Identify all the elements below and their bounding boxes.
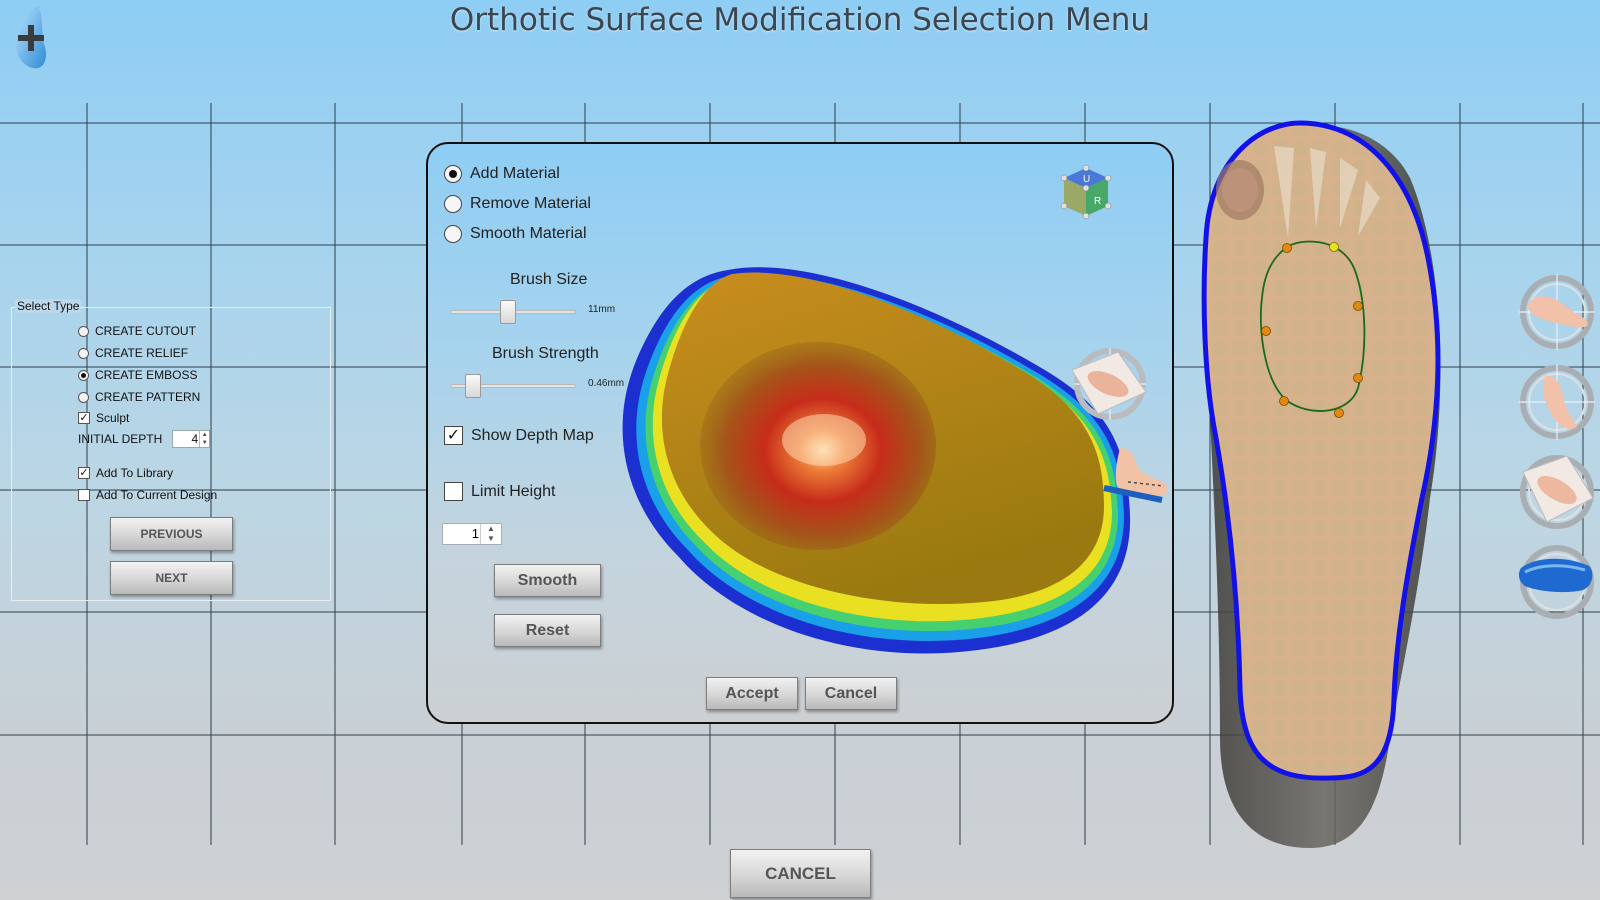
brush-strength-slider-thumb[interactable] (465, 374, 481, 398)
insole-foot-3d-view[interactable] (1190, 118, 1490, 853)
add-to-library-checkbox[interactable]: ✓ Add To Library (78, 466, 173, 480)
limit-height-label: Limit Height (471, 482, 556, 500)
add-to-current-design-checkbox[interactable]: Add To Current Design (78, 488, 217, 502)
radio-indicator (78, 325, 89, 337)
next-button[interactable]: NEXT (110, 561, 233, 595)
create-relief-label: CREATE RELIEF (95, 346, 189, 360)
radio-indicator (444, 225, 462, 243)
stepper-arrows-icon[interactable]: ▲ ▼ (480, 524, 501, 544)
foot-top-grid-view-icon[interactable] (1068, 346, 1150, 422)
brush-size-slider-thumb[interactable] (500, 300, 516, 324)
insole-rotate-view-icon[interactable] (1517, 542, 1597, 622)
foot-side-view-icon[interactable] (1517, 272, 1597, 352)
smooth-button[interactable]: Smooth (494, 564, 601, 597)
radio-indicator (78, 369, 89, 381)
brush-size-value: 11mm (588, 304, 616, 315)
view-cube-right-label: R (1094, 196, 1101, 207)
create-emboss-label: CREATE EMBOSS (95, 368, 198, 382)
add-material-label: Add Material (470, 165, 560, 182)
view-cube-top-label: U (1083, 174, 1090, 185)
initial-depth-value: 4 (191, 432, 199, 446)
add-to-current-design-label: Add To Current Design (96, 488, 218, 502)
reset-button[interactable]: Reset (494, 614, 601, 647)
foot-medial-view-icon[interactable] (1517, 362, 1597, 442)
add-material-radio[interactable]: Add Material (444, 165, 560, 183)
checkbox-unchecked-icon (444, 482, 463, 501)
foot-lateral-view-icon[interactable] (1098, 444, 1172, 506)
radio-indicator (78, 347, 89, 359)
initial-depth-stepper[interactable]: 4 ▲ ▼ (172, 430, 211, 448)
initial-depth-row: INITIAL DEPTH 4 ▲ ▼ (78, 430, 211, 448)
checkbox-checked-icon: ✓ (78, 467, 90, 479)
view-orientation-cube-icon[interactable]: U R (1058, 164, 1116, 222)
radio-indicator (444, 195, 462, 213)
depth-map-preview[interactable] (618, 256, 1138, 666)
sculpt-label: Sculpt (96, 411, 130, 425)
sculpt-dialog: Add Material Remove Material Smooth Mate… (426, 142, 1174, 724)
brush-strength-label: Brush Strength (492, 345, 599, 362)
checkbox-unchecked-icon (78, 489, 90, 501)
create-relief-radio[interactable]: CREATE RELIEF (78, 346, 188, 360)
create-pattern-label: CREATE PATTERN (95, 390, 201, 404)
limit-height-checkbox[interactable]: Limit Height (444, 482, 555, 501)
checkbox-checked-icon: ✓ (78, 412, 90, 424)
sculpt-checkbox[interactable]: ✓ Sculpt (78, 411, 129, 425)
remove-material-label: Remove Material (470, 195, 591, 212)
foot-top-grid-view-icon[interactable] (1517, 452, 1597, 532)
dialog-cancel-button[interactable]: Cancel (805, 677, 897, 710)
show-depth-map-label: Show Depth Map (471, 426, 594, 444)
page-title: Orthotic Surface Modification Selection … (449, 2, 1151, 38)
cancel-button[interactable]: CANCEL (730, 849, 871, 898)
stepper-arrows-icon[interactable]: ▲ ▼ (199, 431, 209, 447)
smooth-material-label: Smooth Material (470, 225, 587, 242)
radio-indicator (444, 165, 462, 183)
select-type-legend: Select Type (15, 299, 82, 313)
radio-indicator (78, 391, 89, 403)
checkbox-checked-icon: ✓ (444, 426, 463, 445)
brush-size-label: Brush Size (510, 271, 588, 288)
remove-material-radio[interactable]: Remove Material (444, 195, 591, 213)
initial-depth-label: INITIAL DEPTH (78, 432, 163, 446)
accept-button[interactable]: Accept (706, 677, 798, 710)
show-depth-map-checkbox[interactable]: ✓ Show Depth Map (444, 426, 594, 445)
smooth-material-radio[interactable]: Smooth Material (444, 225, 587, 243)
create-cutout-label: CREATE CUTOUT (95, 324, 196, 338)
create-cutout-radio[interactable]: CREATE CUTOUT (78, 324, 196, 338)
previous-button[interactable]: PREVIOUS (110, 517, 233, 551)
create-emboss-radio[interactable]: CREATE EMBOSS (78, 368, 197, 382)
limit-height-stepper[interactable]: 1 ▲ ▼ (442, 523, 502, 545)
limit-height-value: 1 (471, 526, 479, 541)
create-pattern-radio[interactable]: CREATE PATTERN (78, 390, 200, 404)
add-to-library-label: Add To Library (96, 466, 174, 480)
